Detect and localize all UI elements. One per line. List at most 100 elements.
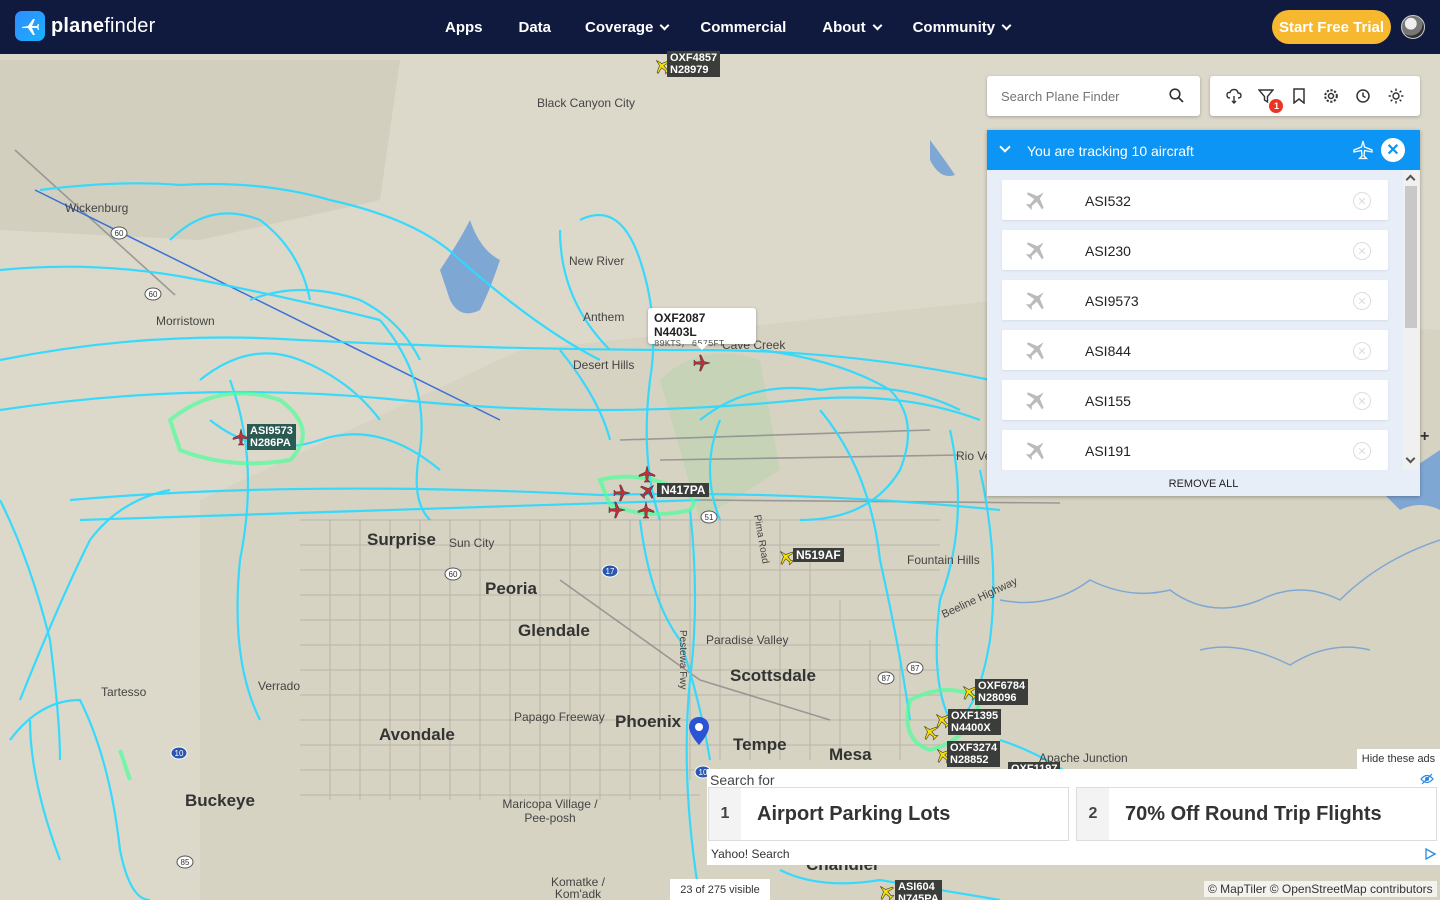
plane-outline-icon[interactable] (1353, 140, 1373, 163)
close-icon[interactable]: ✕ (1381, 138, 1405, 162)
zoom-in-button[interactable]: + (1420, 428, 1434, 446)
chevron-down-icon (1001, 20, 1012, 30)
place-label: Mesa (829, 745, 872, 764)
place-label: Wickenburg (65, 201, 129, 215)
adchoices-icon[interactable] (1424, 847, 1437, 865)
plane-icon (1024, 238, 1048, 267)
place-label: Black Canyon City (537, 96, 636, 110)
aircraft-label[interactable]: OXF1197 (1008, 762, 1061, 769)
aircraft-label[interactable]: ASI9573 N286PA (247, 424, 296, 450)
history-icon[interactable] (1352, 85, 1374, 107)
plane-icon (1024, 188, 1048, 217)
menu-data[interactable]: Data (519, 19, 552, 36)
tracked-aircraft-item[interactable]: ASI9573 ✕ (1002, 280, 1388, 320)
filter-icon[interactable]: 1 (1255, 85, 1284, 113)
remove-icon[interactable]: ✕ (1353, 242, 1371, 260)
place-label: Phoenix (615, 712, 682, 731)
tracked-aircraft-item[interactable]: ASI844 ✕ (1002, 330, 1388, 370)
tracked-aircraft-callsign: ASI155 (1085, 393, 1131, 409)
scroll-down-icon[interactable] (1405, 453, 1416, 464)
top-navbar: planefinder Apps Data Coverage Commercia… (0, 0, 1440, 54)
tracked-aircraft-item[interactable]: ASI532 ✕ (1002, 180, 1388, 220)
map-attribution[interactable]: © MapTiler © OpenStreetMap contributors (1204, 881, 1437, 897)
aircraft-label[interactable]: OXF6784 N28096 (975, 679, 1029, 705)
remove-icon[interactable]: ✕ (1353, 342, 1371, 360)
aircraft-label[interactable]: OXF4857 N28979 (667, 51, 721, 77)
ad-search-for-label: Search for (710, 772, 775, 788)
popup-title: OXF2087 N4403L (654, 311, 706, 339)
place-label: Peoria (485, 579, 537, 598)
tracked-aircraft-item[interactable]: ASI191 ✕ (1002, 430, 1388, 470)
menu-community[interactable]: Community (913, 19, 1012, 36)
place-label: Scottsdale (730, 666, 816, 685)
filter-count-badge: 1 (1269, 99, 1284, 113)
svg-text:87: 87 (911, 664, 920, 673)
aircraft-info-popup[interactable]: OXF2087 N4403L 89KTS, 6575FT (648, 308, 756, 350)
tracked-aircraft-callsign: ASI230 (1085, 243, 1131, 259)
place-label: Buckeye (185, 791, 255, 810)
search-input[interactable] (1001, 88, 1171, 104)
place-label: Papago Freeway (514, 710, 605, 724)
tracked-aircraft-callsign: ASI532 (1085, 193, 1131, 209)
remove-icon[interactable]: ✕ (1353, 192, 1371, 210)
user-avatar[interactable] (1401, 15, 1425, 39)
search-icon[interactable] (1169, 88, 1184, 108)
chevron-down-icon[interactable] (999, 141, 1011, 153)
place-label: Maricopa Village / Pee-posh (502, 797, 598, 825)
settings-icon[interactable] (1320, 85, 1342, 107)
ad-number: 1 (709, 788, 741, 840)
hide-ads-link[interactable]: Hide these ads (1357, 749, 1440, 769)
aircraft-label[interactable]: N519AF (793, 548, 844, 562)
chevron-down-icon (659, 20, 670, 30)
scrollbar-thumb[interactable] (1405, 186, 1417, 328)
aircraft-label[interactable]: ASI604 N745PA (895, 880, 942, 900)
place-label: Tempe (733, 735, 787, 754)
place-label: Pestewa Fwy (677, 630, 688, 690)
ad-text: Airport Parking Lots (757, 802, 951, 825)
tracking-title: You are tracking 10 aircraft (1027, 143, 1194, 159)
svg-text:17: 17 (606, 567, 615, 576)
location-pin-icon[interactable] (689, 717, 709, 750)
svg-text:51: 51 (705, 513, 714, 522)
map-toolbar: 1 (1210, 76, 1420, 116)
svg-text:10: 10 (175, 749, 184, 758)
tracked-aircraft-callsign: ASI844 (1085, 343, 1131, 359)
menu-apps[interactable]: Apps (445, 19, 483, 36)
place-label: Paradise Valley (706, 633, 789, 647)
svg-text:60: 60 (115, 229, 124, 238)
ad-link-2[interactable]: 2 70% Off Round Trip Flights (1076, 787, 1437, 841)
weather-icon[interactable] (1223, 85, 1245, 107)
menu-about[interactable]: About (822, 19, 883, 36)
place-label: Tartesso (101, 685, 147, 699)
ad-link-1[interactable]: 1 Airport Parking Lots (708, 787, 1069, 841)
remove-icon[interactable]: ✕ (1353, 442, 1371, 460)
plane-icon (1024, 438, 1048, 467)
place-label: Glendale (518, 621, 590, 640)
planefinder-logo[interactable]: planefinder (15, 11, 155, 41)
place-label: Surprise (367, 530, 436, 549)
place-label: Fountain Hills (907, 553, 980, 567)
ad-text: 70% Off Round Trip Flights (1125, 802, 1382, 825)
remove-all-button[interactable]: REMOVE ALL (987, 472, 1420, 496)
scroll-up-icon[interactable] (1405, 174, 1416, 185)
remove-icon[interactable]: ✕ (1353, 392, 1371, 410)
place-label: Morristown (156, 314, 215, 328)
tracked-aircraft-item[interactable]: ASI230 ✕ (1002, 230, 1388, 270)
place-label: New River (569, 254, 625, 268)
aircraft-label[interactable]: OXF1395 N4400X (948, 709, 1002, 735)
tracked-aircraft-callsign: ASI191 (1085, 443, 1131, 459)
tracked-aircraft-item[interactable]: ASI155 ✕ (1002, 380, 1388, 420)
aircraft-label[interactable]: OXF3274 N28852 (947, 741, 1001, 767)
remove-icon[interactable]: ✕ (1353, 292, 1371, 310)
tracking-list-scrollbar[interactable] (1403, 170, 1419, 470)
bookmark-icon[interactable] (1288, 85, 1310, 107)
plane-icon (1024, 388, 1048, 417)
menu-coverage[interactable]: Coverage (585, 19, 670, 36)
ad-number: 2 (1077, 788, 1109, 840)
menu-commercial[interactable]: Commercial (700, 19, 786, 36)
ad-provider: Yahoo! Search (711, 847, 790, 861)
aircraft-label[interactable]: N417PA (657, 483, 710, 497)
start-free-trial-button[interactable]: Start Free Trial (1272, 10, 1391, 44)
tracked-aircraft-callsign: ASI9573 (1085, 293, 1139, 309)
sunlight-icon[interactable] (1385, 85, 1407, 107)
